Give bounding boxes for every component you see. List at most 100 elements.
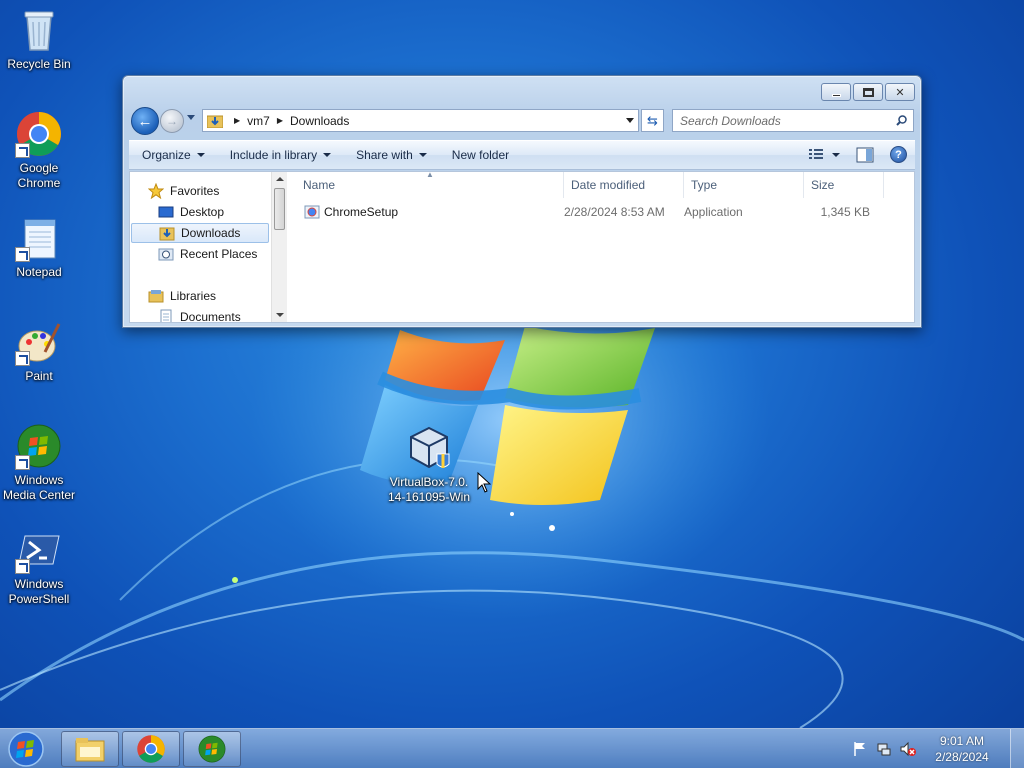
shortcut-arrow-icon <box>15 351 30 366</box>
organize-menu[interactable]: Organize <box>129 141 217 169</box>
column-header-date-modified[interactable]: Date modified <box>564 172 684 198</box>
nav-label: Favorites <box>170 184 220 198</box>
desktop-icon-label: Google Chrome <box>17 161 61 190</box>
column-header-name[interactable]: Name ▲ <box>296 172 564 198</box>
desktop-icon-notepad[interactable]: Notepad <box>0 214 78 280</box>
chevron-down-icon[interactable] <box>832 152 840 157</box>
window-caption-buttons: ✕ <box>821 83 915 101</box>
forward-button[interactable]: → <box>160 109 184 133</box>
clock-time: 9:01 AM <box>939 734 985 748</box>
chevron-down-icon <box>323 153 332 157</box>
search-box[interactable] <box>672 109 914 132</box>
column-header-size[interactable]: Size <box>804 172 884 198</box>
change-view-button[interactable] <box>808 148 840 162</box>
system-tray: 9:01 AM 2/28/2024 <box>852 729 1024 768</box>
nav-label: Downloads <box>181 226 241 240</box>
table-row[interactable]: ChromeSetup 2/28/2024 8:53 AM Applicatio… <box>296 202 914 222</box>
recycle-bin-icon <box>15 6 63 54</box>
taskbar-media-center-button[interactable] <box>183 731 241 767</box>
file-date-modified: 2/28/2024 8:53 AM <box>564 205 665 219</box>
chevron-down-icon <box>196 153 205 157</box>
taskbar: 9:01 AM 2/28/2024 <box>0 728 1024 768</box>
help-icon[interactable]: ? <box>890 146 907 163</box>
desktop-icon-label: Windows PowerShell <box>8 577 70 606</box>
nav-libraries[interactable]: Libraries <box>148 286 268 306</box>
back-arrow-icon: ← <box>137 112 153 130</box>
nav-label: Desktop <box>180 205 225 219</box>
chrome-icon <box>137 735 165 763</box>
network-icon[interactable] <box>876 741 892 757</box>
desktop-icon-paint[interactable]: Paint <box>0 318 78 384</box>
search-input[interactable] <box>680 113 880 128</box>
taskbar-explorer-button[interactable] <box>61 731 119 767</box>
new-folder-button[interactable]: New folder <box>439 141 521 169</box>
nav-downloads[interactable]: Downloads <box>131 223 269 243</box>
windows-logo-icon <box>8 731 44 767</box>
explorer-content: Favorites Desktop Downloads Recent Place… <box>129 171 915 323</box>
downloads-folder-icon <box>159 225 175 241</box>
scroll-down-icon[interactable] <box>276 313 284 317</box>
navigation-pane: Favorites Desktop Downloads Recent Place… <box>130 172 271 322</box>
nav-desktop[interactable]: Desktop <box>158 202 268 222</box>
shortcut-arrow-icon <box>15 559 30 574</box>
recent-pages-dropdown[interactable] <box>187 115 195 120</box>
scroll-thumb[interactable] <box>274 188 285 230</box>
explorer-window[interactable]: ✕ ← → ▶ vm7 ▶ Downloads ⇆ Organize Inclu… <box>122 75 922 328</box>
start-button[interactable] <box>6 730 46 768</box>
column-header-type[interactable]: Type <box>684 172 804 198</box>
nav-label: Libraries <box>170 289 217 303</box>
include-in-library-menu[interactable]: Include in library <box>217 141 343 169</box>
navigation-scrollbar[interactable] <box>271 172 287 322</box>
desktop-icon-label: Paint <box>25 369 53 383</box>
nav-recent-places[interactable]: Recent Places <box>158 244 268 264</box>
desktop-icon-google-chrome[interactable]: Google Chrome <box>0 110 78 191</box>
address-bar[interactable]: ▶ vm7 ▶ Downloads <box>202 109 639 132</box>
powershell-icon <box>15 526 63 574</box>
search-icon[interactable] <box>896 115 907 126</box>
taskbar-chrome-button[interactable] <box>122 731 180 767</box>
desktop-icon-label: Recycle Bin <box>7 57 71 71</box>
documents-icon <box>158 309 174 322</box>
column-header-label: Type <box>691 178 718 192</box>
libraries-icon <box>148 288 164 304</box>
desktop-folder-icon <box>158 204 174 220</box>
breadcrumb-vm7[interactable]: vm7 <box>247 114 270 128</box>
share-with-menu[interactable]: Share with <box>343 141 439 169</box>
file-type: Application <box>684 205 743 219</box>
breadcrumb-separator-icon: ▶ <box>234 116 241 125</box>
maximize-button[interactable] <box>853 83 883 101</box>
desktop-icon-windows-media-center[interactable]: Windows Media Center <box>0 422 78 503</box>
details-view-icon <box>809 148 823 159</box>
shortcut-arrow-icon <box>15 455 30 470</box>
column-header-label: Name <box>303 178 336 192</box>
scroll-up-icon[interactable] <box>276 177 284 181</box>
action-center-flag-icon[interactable] <box>852 741 868 757</box>
back-button[interactable]: ← <box>131 107 159 135</box>
minimize-button[interactable] <box>821 83 851 101</box>
star-icon <box>147 182 165 200</box>
nav-favorites[interactable]: Favorites <box>147 181 268 201</box>
close-button[interactable]: ✕ <box>885 83 915 101</box>
nav-label: Documents <box>180 310 241 323</box>
breadcrumb-downloads[interactable]: Downloads <box>290 114 349 128</box>
mouse-cursor-icon <box>477 472 491 493</box>
clock[interactable]: 9:01 AM 2/28/2024 <box>924 733 1000 765</box>
breadcrumb-separator-icon: ▶ <box>276 116 283 125</box>
clock-date: 2/28/2024 <box>935 750 989 764</box>
desktop-icon-recycle-bin[interactable]: Recycle Bin <box>0 6 78 72</box>
volume-muted-icon[interactable] <box>900 741 916 757</box>
downloads-folder-icon <box>206 114 224 128</box>
desktop-icon-label: Notepad <box>16 265 62 279</box>
nav-documents[interactable]: Documents <box>158 307 268 323</box>
refresh-icon: ⇆ <box>647 112 658 128</box>
refresh-button[interactable]: ⇆ <box>641 109 664 132</box>
address-dropdown-icon[interactable] <box>626 118 634 123</box>
shortcut-arrow-icon <box>15 143 30 158</box>
desktop-icon-windows-powershell[interactable]: Windows PowerShell <box>0 526 78 607</box>
show-desktop-button[interactable] <box>1010 729 1024 768</box>
sort-ascending-icon: ▲ <box>426 171 434 179</box>
desktop-icon-virtualbox-installer[interactable]: VirtualBox-7.0.14-161095-Win <box>387 424 471 505</box>
nav-label: Recent Places <box>180 247 258 261</box>
shortcut-arrow-icon <box>15 247 30 262</box>
preview-pane-icon[interactable] <box>856 147 874 163</box>
